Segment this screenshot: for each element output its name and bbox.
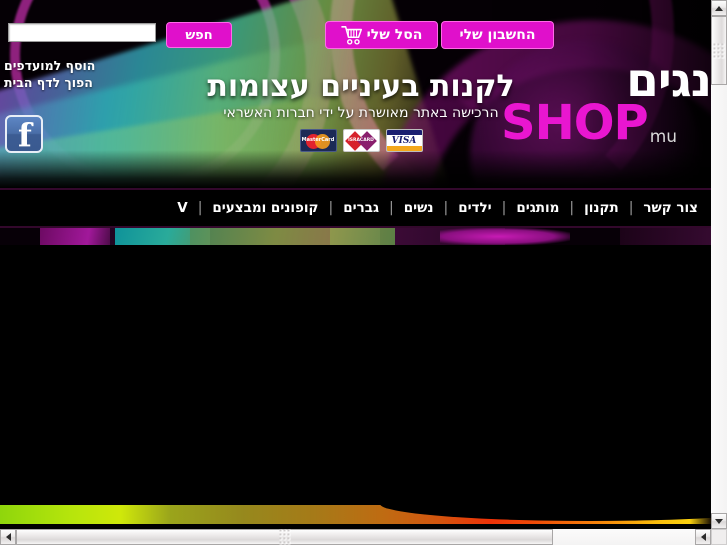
visa-bar-bottom bbox=[386, 146, 422, 151]
account-button-label: החשבון שלי bbox=[459, 27, 536, 43]
search-button[interactable]: חפש bbox=[166, 22, 232, 48]
nav-item-coupons[interactable]: קופונים ומבצעים bbox=[203, 200, 327, 216]
header-side-links: הוסף למועדפים הפוך לדף הבית bbox=[0, 58, 120, 92]
nav-item-brands[interactable]: מותגים bbox=[507, 200, 568, 216]
horizontal-scrollbar-track[interactable] bbox=[16, 529, 695, 545]
chevron-down-icon bbox=[715, 518, 723, 524]
banner-headline: לקנות בעיניים עצומות bbox=[207, 69, 515, 104]
nav-separator: | bbox=[569, 200, 575, 216]
chevron-up-icon bbox=[715, 5, 723, 11]
facebook-icon[interactable]: f bbox=[5, 115, 43, 153]
mastercard-label: MasterCard bbox=[301, 137, 335, 143]
horizontal-scrollbar[interactable] bbox=[0, 529, 727, 545]
scroll-left-button[interactable] bbox=[0, 529, 16, 545]
nav-separator: | bbox=[443, 200, 449, 216]
browser-page: חפש הסל שלי החשבון שלי הוסף למועדפים הפו… bbox=[0, 0, 727, 545]
visa-label: VISA bbox=[391, 136, 417, 146]
chevron-left-icon bbox=[700, 533, 706, 541]
nav-separator: | bbox=[501, 200, 507, 216]
cart-button[interactable]: הסל שלי bbox=[325, 21, 438, 49]
visa-bar-top bbox=[386, 130, 422, 135]
nav-item-terms[interactable]: תקנון bbox=[575, 200, 628, 216]
search-button-label: חפש bbox=[185, 27, 213, 43]
vertical-scrollbar[interactable] bbox=[711, 0, 727, 529]
scroll-left-button-secondary[interactable] bbox=[695, 529, 711, 545]
banner-text-block: לקנות בעיניים עצומות הרכישה באתר מאושרת … bbox=[181, 70, 541, 152]
visa-logo: VISA bbox=[385, 129, 423, 152]
strip-segment bbox=[40, 228, 120, 245]
chevron-left-icon bbox=[5, 533, 11, 541]
nav-item-kids[interactable]: ילדים bbox=[449, 200, 500, 216]
facebook-glyph: f bbox=[18, 116, 32, 153]
isracard-logo: ISRACARD bbox=[342, 129, 380, 152]
main-navigation: צור קשר | תקנון | מותגים | ילדים | נשים … bbox=[0, 188, 711, 228]
nav-separator: | bbox=[389, 200, 394, 216]
nav-separator: | bbox=[628, 200, 634, 216]
strip-segment bbox=[440, 228, 570, 245]
isracard-label: ISRACARD bbox=[348, 138, 374, 143]
cart-button-label: הסל שלי bbox=[366, 27, 423, 43]
logo-suffix-text: mu bbox=[649, 127, 678, 147]
nav-separator: | bbox=[328, 200, 334, 216]
site-logo[interactable]: נגים SHOP mu bbox=[493, 57, 711, 176]
top-utility-bar: חפש הסל שלי החשבון שלי bbox=[0, 0, 711, 56]
scrollbar-corner bbox=[711, 529, 727, 545]
scroll-up-button[interactable] bbox=[711, 0, 727, 16]
nav-item-extra[interactable]: V bbox=[168, 200, 196, 216]
scrollbar-grip-icon bbox=[713, 43, 725, 58]
scrollbar-grip-icon bbox=[279, 529, 290, 545]
decorative-color-strip-bottom bbox=[0, 504, 711, 525]
search-input[interactable] bbox=[8, 23, 156, 42]
nav-separator: | bbox=[197, 200, 203, 216]
account-button[interactable]: החשבון שלי bbox=[441, 21, 554, 49]
vertical-scrollbar-track[interactable] bbox=[711, 16, 727, 513]
nav-item-contact[interactable]: צור קשר bbox=[634, 200, 707, 216]
mastercard-logo: MasterCard bbox=[299, 129, 337, 152]
add-to-favorites-link[interactable]: הוסף למועדפים bbox=[0, 58, 120, 75]
decorative-color-strip-top bbox=[0, 228, 711, 245]
banner-subline: הרכישה באתר מאושרת על ידי חברות האשראי bbox=[223, 105, 499, 121]
main-content-area bbox=[0, 245, 711, 504]
strip-segment bbox=[620, 228, 711, 245]
vertical-scrollbar-thumb[interactable] bbox=[711, 16, 727, 85]
nav-item-men[interactable]: גברים bbox=[334, 200, 388, 216]
horizontal-scrollbar-thumb[interactable] bbox=[16, 529, 553, 545]
shopping-cart-icon bbox=[340, 26, 362, 45]
payment-card-logos: MasterCard ISRACARD VISA bbox=[181, 129, 541, 152]
site-header: חפש הסל שלי החשבון שלי הוסף למועדפים הפו… bbox=[0, 0, 711, 188]
set-homepage-link[interactable]: הפוך לדף הבית bbox=[0, 75, 120, 92]
logo-shop-text: SHOP bbox=[501, 95, 649, 151]
nav-item-women[interactable]: נשים bbox=[395, 200, 443, 216]
scroll-down-button[interactable] bbox=[711, 513, 727, 529]
page-viewport: חפש הסל שלי החשבון שלי הוסף למועדפים הפו… bbox=[0, 0, 711, 529]
